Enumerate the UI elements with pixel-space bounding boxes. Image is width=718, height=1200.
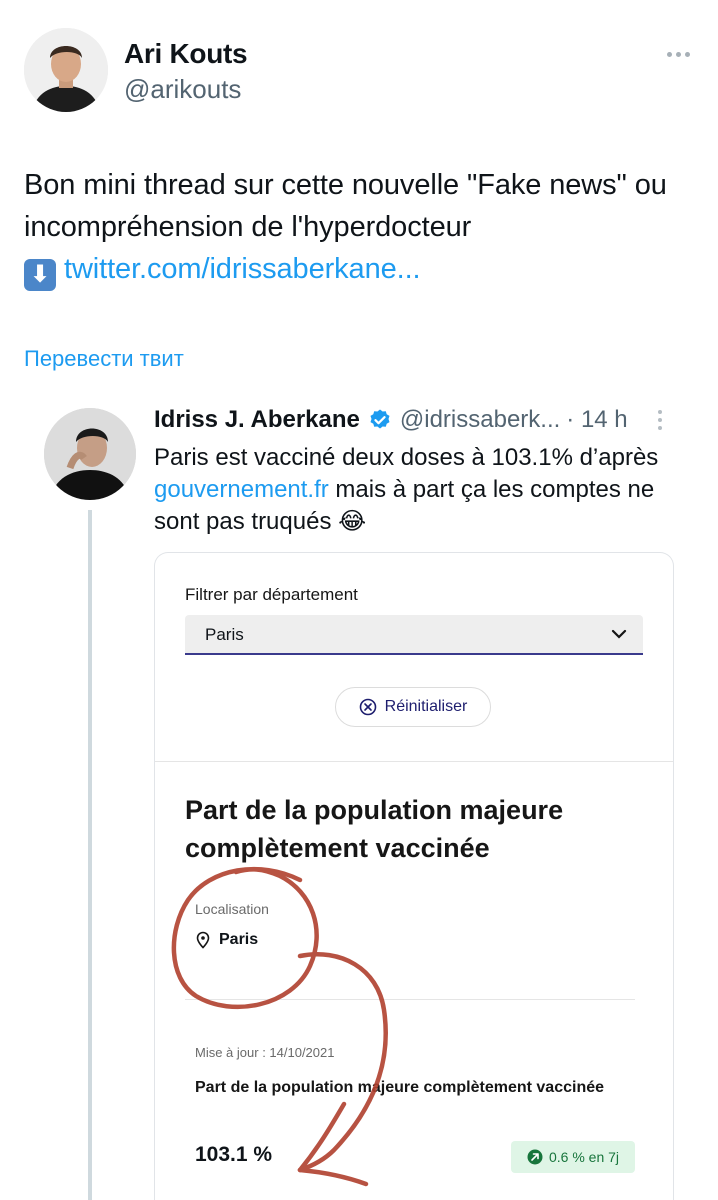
tweet-body: Bon mini thread sur cette nouvelle "Fake… (24, 169, 667, 243)
trend-badge: 0.6 % en 7j (511, 1141, 635, 1173)
chevron-down-icon (611, 629, 627, 639)
close-circle-icon (359, 698, 376, 716)
filter-label: Filtrer par département (185, 585, 358, 604)
location-label: Localisation (195, 901, 269, 917)
quoted-header: Idriss J. Aberkane @idrissaberk... · 14 … (154, 406, 628, 434)
thread-line (88, 510, 92, 1200)
quoted-link[interactable]: gouvernement.fr (154, 476, 329, 503)
divider (185, 999, 635, 1000)
author-avatar[interactable] (24, 28, 108, 112)
quoted-author-name[interactable]: Idriss J. Aberkane (154, 406, 360, 434)
quoted-timestamp[interactable]: · 14 h (566, 406, 627, 434)
reset-label: Réinitialiser (384, 698, 468, 715)
author-handle[interactable]: @arikouts (124, 74, 241, 105)
quoted-author-handle[interactable]: @idrissaberk... (400, 406, 560, 434)
quoted-text-before: Paris est vacciné deux doses à 103.1% d’… (154, 444, 659, 471)
select-value: Paris (205, 625, 244, 644)
quoted-text: Paris est vacciné deux doses à 103.1% d’… (154, 442, 674, 538)
down-arrow-emoji-icon: ⬇ (24, 259, 56, 291)
more-options-icon[interactable] (664, 44, 692, 64)
location-row: Paris (195, 931, 258, 949)
section-title: Part de la population majeure complèteme… (185, 795, 564, 863)
trend-up-icon (527, 1149, 543, 1165)
map-pin-icon (196, 931, 210, 949)
quoted-author-avatar[interactable] (44, 408, 136, 500)
stat-value: 103.1 % (195, 1143, 273, 1166)
department-select[interactable]: Paris (185, 615, 643, 655)
divider (155, 761, 673, 762)
embedded-screenshot[interactable]: Filtrer par département Paris Réinitiali… (154, 552, 674, 1200)
location-value: Paris (219, 931, 259, 948)
verified-badge-icon (370, 409, 390, 429)
reset-button[interactable]: Réinitialiser (335, 687, 491, 727)
tweet-link[interactable]: twitter.com/idrissaberkane... (64, 253, 421, 285)
quoted-more-icon[interactable] (656, 410, 664, 434)
author-name[interactable]: Ari Kouts (124, 38, 248, 70)
update-label: Mise à jour : 14/10/2021 (195, 1045, 335, 1060)
stat-title: Part de la population majeure complèteme… (195, 1079, 605, 1096)
tweet-text: Bon mini thread sur cette nouvelle "Fake… (24, 164, 694, 291)
translate-tweet-link[interactable]: Перевести твит (24, 346, 184, 372)
badge-text: 0.6 % en 7j (548, 1149, 620, 1165)
